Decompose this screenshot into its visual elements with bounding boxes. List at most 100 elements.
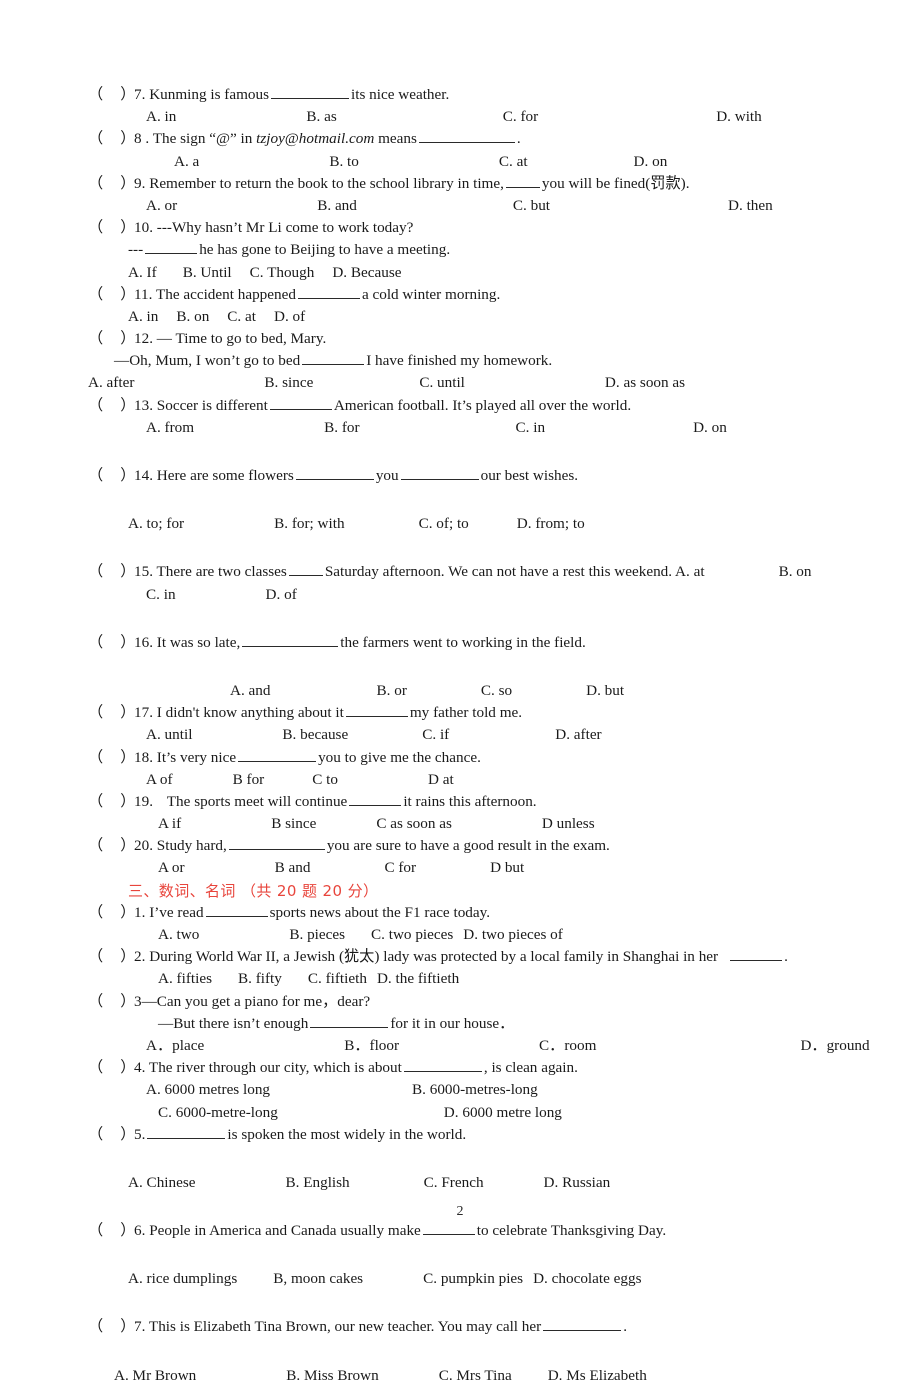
option-d[interactable]: D. as soon as [605, 374, 685, 391]
option-d[interactable]: D. of [274, 308, 305, 325]
option-b[interactable]: B. or [377, 682, 407, 699]
answer-bracket[interactable]: （） [88, 991, 135, 1013]
fill-blank[interactable] [349, 792, 402, 806]
option-d[interactable]: D. then [728, 197, 773, 214]
option-b[interactable]: B and [275, 859, 311, 876]
option-b[interactable]: B. since [264, 374, 313, 391]
option-a[interactable]: A if [158, 815, 181, 832]
option-d[interactable]: D. 6000 metre long [444, 1104, 562, 1121]
option-a[interactable]: A. two [158, 926, 199, 943]
option-a[interactable]: A. Chinese [128, 1174, 196, 1191]
option-b[interactable]: B for [233, 771, 265, 788]
fill-blank[interactable] [242, 633, 339, 647]
fill-blank[interactable] [269, 396, 332, 410]
option-a[interactable]: A．place [146, 1037, 204, 1054]
answer-bracket[interactable]: （） [88, 395, 135, 417]
option-c[interactable]: C. fiftieth [308, 970, 367, 987]
option-c[interactable]: C as soon as [376, 815, 452, 832]
answer-bracket[interactable]: （） [88, 702, 135, 724]
answer-bracket[interactable]: （） [88, 128, 135, 150]
answer-bracket[interactable]: （） [88, 465, 135, 487]
option-d[interactable]: D．ground [800, 1037, 869, 1054]
option-a[interactable]: A or [158, 859, 185, 876]
option-c[interactable]: C. until [419, 374, 465, 391]
option-a[interactable]: A. in [146, 108, 176, 125]
fill-blank[interactable] [505, 174, 540, 188]
option-d[interactable]: D. after [555, 726, 601, 743]
fill-blank[interactable] [418, 130, 515, 144]
option-d[interactable]: D. on [693, 419, 727, 436]
answer-bracket[interactable]: （） [88, 284, 135, 306]
answer-bracket[interactable]: （） [88, 835, 135, 857]
option-d[interactable]: D. Because [332, 264, 401, 281]
option-d[interactable]: D. with [716, 108, 762, 125]
fill-blank[interactable] [205, 903, 268, 917]
answer-bracket[interactable]: （） [88, 946, 135, 968]
fill-blank[interactable] [730, 948, 783, 962]
answer-bracket[interactable]: （） [88, 1124, 135, 1146]
option-c[interactable]: C. Though [250, 264, 315, 281]
answer-bracket[interactable]: （） [88, 747, 135, 769]
option-c[interactable]: C. if [422, 726, 449, 743]
option-b[interactable]: B, moon cakes [273, 1270, 363, 1287]
option-b[interactable]: B. 6000-metres-long [412, 1081, 538, 1098]
answer-bracket[interactable]: （） [88, 328, 135, 350]
option-b[interactable]: B. on [176, 308, 209, 325]
fill-blank[interactable] [238, 748, 317, 762]
option-c[interactable]: C. at [499, 153, 528, 170]
answer-bracket[interactable]: （） [88, 217, 135, 239]
option-c[interactable]: C. for [503, 108, 538, 125]
option-c[interactable]: C. in [516, 419, 546, 436]
answer-bracket[interactable]: （） [88, 84, 135, 106]
answer-bracket[interactable]: （） [88, 1057, 135, 1079]
option-a[interactable]: A. or [146, 197, 177, 214]
answer-bracket[interactable]: （） [88, 1316, 135, 1338]
option-a[interactable]: A. to; for [128, 515, 184, 532]
option-d[interactable]: D. from; to [517, 515, 585, 532]
option-b[interactable]: B. pieces [289, 926, 345, 943]
option-c[interactable]: C. two pieces [371, 926, 453, 943]
option-a[interactable]: A. in [128, 308, 158, 325]
option-a[interactable]: A. Mr Brown [114, 1367, 196, 1384]
option-c[interactable]: C. in [146, 586, 176, 603]
option-d[interactable]: D at [428, 771, 454, 788]
option-d[interactable]: D. Ms Elizabeth [548, 1367, 647, 1384]
fill-blank[interactable] [147, 1125, 226, 1139]
option-b[interactable]: B. fifty [238, 970, 282, 987]
option-c[interactable]: C. 6000-metre-long [158, 1104, 278, 1121]
option-a[interactable]: A of [146, 771, 173, 788]
option-c[interactable]: C for [384, 859, 416, 876]
option-c[interactable]: C. but [513, 197, 550, 214]
option-c[interactable]: C. of; to [419, 515, 469, 532]
fill-blank-2[interactable] [400, 467, 479, 480]
option-a[interactable]: A. a [174, 153, 199, 170]
option-c[interactable]: C. pumpkin pies [423, 1270, 523, 1287]
option-d[interactable]: D but [490, 859, 524, 876]
option-d[interactable]: D. chocolate eggs [533, 1270, 641, 1287]
fill-blank[interactable] [145, 241, 198, 255]
option-d[interactable]: D. on [634, 153, 668, 170]
option-a[interactable]: A. 6000 metres long [146, 1081, 270, 1098]
option-b[interactable]: B. Miss Brown [286, 1367, 378, 1384]
option-d[interactable]: D. of [266, 586, 297, 603]
option-a[interactable]: A. after [88, 374, 134, 391]
option-d[interactable]: D unless [542, 815, 595, 832]
option-c[interactable]: C. French [424, 1174, 484, 1191]
answer-bracket[interactable]: （） [88, 902, 135, 924]
option-a[interactable]: A. rice dumplings [128, 1270, 237, 1287]
option-d[interactable]: D. two pieces of [463, 926, 563, 943]
option-d[interactable]: D. Russian [544, 1174, 611, 1191]
answer-bracket[interactable]: （） [88, 632, 135, 654]
option-b[interactable]: B. because [282, 726, 348, 743]
option-b[interactable]: B. and [317, 197, 357, 214]
answer-bracket[interactable]: （） [88, 791, 135, 813]
option-a[interactable]: A. until [146, 726, 192, 743]
fill-blank[interactable] [310, 1014, 389, 1028]
option-b[interactable]: B. on [779, 563, 812, 580]
answer-bracket[interactable]: （） [88, 561, 135, 583]
fill-blank[interactable] [403, 1059, 482, 1073]
fill-blank[interactable] [297, 285, 360, 299]
option-b[interactable]: B. for [324, 419, 359, 436]
option-c[interactable]: C. at [227, 308, 256, 325]
fill-blank[interactable] [543, 1318, 622, 1332]
